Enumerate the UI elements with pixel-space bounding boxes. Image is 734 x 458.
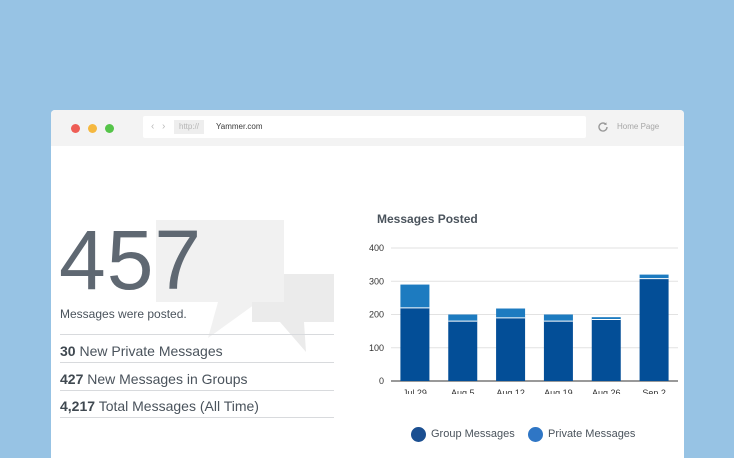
stat-total-messages: 4,217 Total Messages (All Time): [60, 397, 259, 415]
legend-swatch-private: [528, 426, 543, 442]
stat-group-messages: 427 New Messages in Groups: [60, 370, 248, 388]
divider: [60, 417, 334, 418]
legend-label: Private Messages: [548, 428, 636, 440]
y-tick-label: 200: [369, 310, 384, 320]
stat-label: Total Messages (All Time): [98, 398, 259, 414]
bar-group-messages: [543, 321, 573, 381]
y-tick-label: 400: [369, 243, 384, 253]
x-tick-label: Aug 5: [451, 388, 475, 394]
x-tick-label: Jul 29: [403, 388, 427, 394]
stat-label: New Private Messages: [79, 343, 223, 359]
stat-private-messages: 30 New Private Messages: [60, 342, 223, 360]
bar-group-messages: [448, 321, 478, 381]
forward-icon[interactable]: ›: [162, 119, 165, 135]
url-protocol: http://: [174, 120, 205, 134]
x-tick-label: Sep 2: [642, 388, 666, 394]
chart-title: Messages Posted: [377, 212, 478, 226]
bar-private-messages: [639, 274, 669, 279]
divider: [60, 362, 334, 363]
stat-value: 427: [60, 371, 84, 387]
url-text[interactable]: Yammer.com: [216, 120, 263, 134]
legend-label: Group Messages: [431, 428, 515, 440]
x-tick-label: Aug 19: [544, 388, 573, 394]
bar-group-messages: [400, 307, 430, 381]
bar-private-messages: [448, 314, 478, 322]
minimize-window-button[interactable]: [88, 124, 97, 133]
bar-private-messages: [400, 284, 430, 308]
stat-label: New Messages in Groups: [87, 371, 248, 387]
bar-private-messages: [496, 308, 526, 318]
y-tick-label: 0: [379, 376, 384, 386]
legend-item-private[interactable]: Private Messages: [528, 426, 635, 442]
refresh-icon[interactable]: [596, 120, 610, 134]
divider: [60, 334, 334, 335]
maximize-window-button[interactable]: [105, 124, 114, 133]
stat-value: 30: [60, 343, 76, 359]
x-tick-label: Aug 26: [592, 388, 621, 394]
bar-group-messages: [591, 319, 621, 381]
bar-private-messages: [543, 314, 573, 322]
total-messages-number: 457: [59, 213, 203, 307]
back-icon[interactable]: ‹: [151, 119, 154, 135]
browser-toolbar: ‹ › http:// Yammer.com Home Page: [51, 110, 684, 146]
bar-group-messages: [639, 278, 669, 381]
y-tick-label: 300: [369, 276, 384, 286]
address-bar[interactable]: ‹ › http:// Yammer.com: [143, 116, 586, 138]
legend-item-group[interactable]: Group Messages: [411, 426, 515, 442]
browser-window: ‹ › http:// Yammer.com Home Page 457 Mes…: [51, 110, 684, 458]
home-page-link[interactable]: Home Page: [617, 121, 659, 133]
divider: [60, 390, 334, 391]
total-messages-caption: Messages were posted.: [60, 307, 187, 321]
y-tick-label: 100: [369, 343, 384, 353]
legend-swatch-group: [411, 426, 426, 442]
close-window-button[interactable]: [71, 124, 80, 133]
stat-value: 4,217: [60, 398, 96, 414]
messages-chart: 0 100 200 300 400 Jul 29 Aug 5 Aug 12 Aug 19 Aug …: [369, 243, 678, 394]
bar-group-messages: [496, 317, 526, 381]
x-tick-label: Aug 12: [496, 388, 525, 394]
